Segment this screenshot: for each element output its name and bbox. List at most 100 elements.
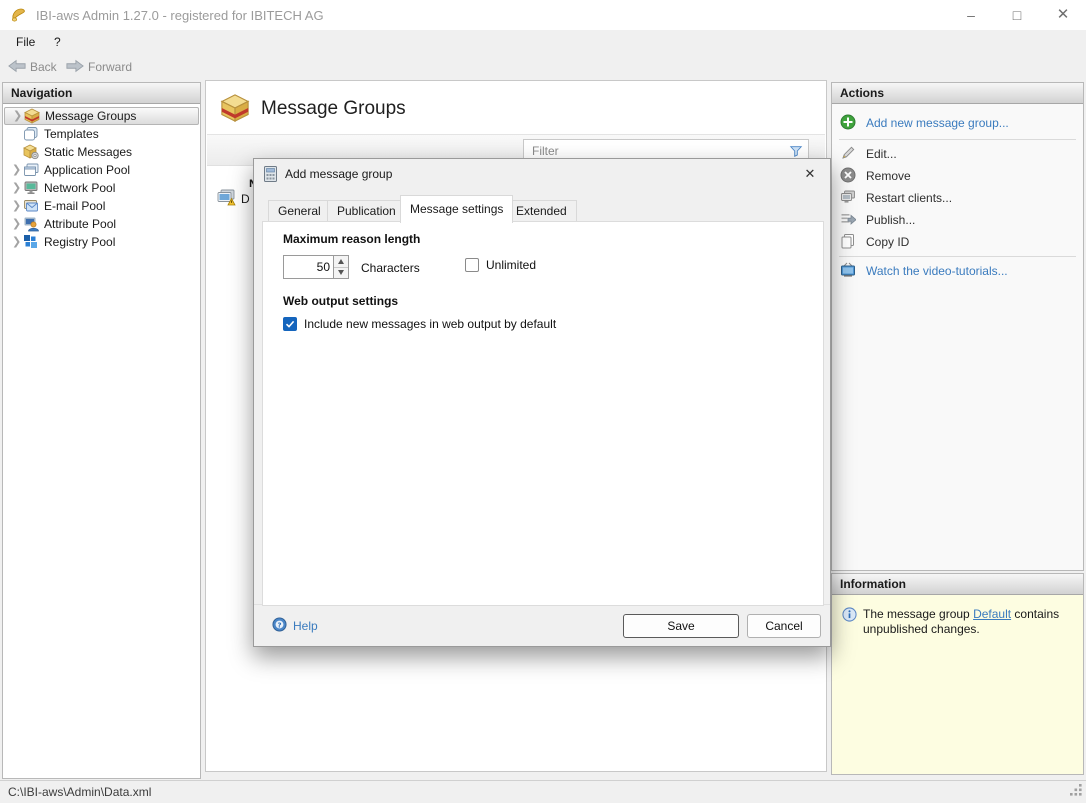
chevron-right-icon[interactable]: ❯	[4, 215, 22, 233]
list-item-label-fragment: D	[241, 192, 250, 206]
back-button[interactable]: Back	[8, 57, 57, 77]
add-icon	[840, 114, 856, 133]
navigation-header: Navigation	[3, 83, 200, 104]
menu-file[interactable]: File	[10, 34, 41, 52]
dialog-title: Add message group	[285, 167, 392, 181]
back-arrow-icon	[8, 59, 26, 76]
chevron-right-icon[interactable]: ❯	[4, 179, 22, 197]
client-warning-icon	[216, 189, 236, 209]
tab-extended[interactable]: Extended	[506, 200, 577, 222]
dialog-close-icon[interactable]: ✕	[790, 159, 830, 189]
data-file-path: C:\IBI-aws\Admin\Data.xml	[8, 785, 151, 799]
help-icon: ?	[272, 617, 287, 635]
dialog-form-icon	[264, 166, 277, 185]
chevron-right-icon[interactable]: ❯	[4, 197, 22, 215]
sidebar-item-label: Attribute Pool	[40, 217, 116, 231]
svg-text:?: ?	[277, 620, 281, 629]
add-message-group-action[interactable]: Add new message group...	[832, 113, 1083, 133]
add-message-group-dialog: Add message group ✕ General Publication …	[253, 158, 831, 647]
filter-input[interactable]	[524, 144, 784, 158]
dialog-content: Maximum reason length Characters Unlimit…	[262, 221, 824, 606]
separator	[839, 256, 1076, 257]
remove-action[interactable]: Remove	[832, 166, 1083, 186]
web-output-checkbox[interactable]	[283, 317, 297, 331]
web-output-checkbox-row[interactable]: Include new messages in web output by de…	[283, 317, 556, 331]
dialog-tab-strip: General Publication Message settings Ext…	[254, 189, 830, 222]
cancel-button[interactable]: Cancel	[747, 614, 821, 638]
spinner-down-icon[interactable]	[334, 268, 348, 279]
message-groups-header-icon	[220, 93, 250, 126]
menu-help[interactable]: ?	[48, 34, 67, 52]
info-icon	[842, 607, 857, 637]
copy-id-action[interactable]: Copy ID	[832, 232, 1083, 252]
sidebar-item-email-pool[interactable]: ❯ E-mail Pool	[4, 197, 199, 215]
tab-general[interactable]: General	[268, 200, 331, 222]
unlimited-label: Unlimited	[486, 258, 536, 272]
characters-label: Characters	[361, 261, 420, 275]
app-logo-icon	[10, 6, 28, 27]
menu-bar: File ?	[0, 30, 1086, 54]
sidebar-item-label: Registry Pool	[40, 235, 115, 249]
sidebar-item-message-groups[interactable]: ❯ Message Groups	[4, 107, 199, 125]
actions-panel: Actions Add new message group... Edit...	[831, 82, 1084, 571]
sidebar-item-label: Templates	[40, 127, 99, 141]
chevron-right-icon[interactable]: ❯	[4, 161, 22, 179]
max-reason-length-heading: Maximum reason length	[283, 232, 420, 246]
remove-icon	[840, 167, 856, 186]
chevron-right-icon[interactable]: ❯	[4, 233, 22, 251]
templates-icon	[22, 126, 40, 142]
restart-clients-icon	[840, 189, 856, 208]
forward-button[interactable]: Forward	[66, 57, 132, 77]
info-text-before: The message group	[863, 607, 973, 621]
web-output-label: Include new messages in web output by de…	[304, 317, 556, 331]
navigation-panel: Navigation ❯ Message Groups	[2, 82, 201, 779]
resize-grip[interactable]	[1069, 783, 1083, 800]
help-link[interactable]: ? Help	[272, 617, 318, 635]
close-button[interactable]: ✕	[1040, 0, 1086, 30]
minimize-button[interactable]: –	[948, 0, 994, 30]
sidebar-item-templates[interactable]: Templates	[4, 125, 199, 143]
sidebar-item-attribute-pool[interactable]: ❯ Attribute Pool	[4, 215, 199, 233]
info-message: The message group Default contains unpub…	[863, 607, 1075, 637]
dialog-footer: ? Help Save Cancel	[254, 604, 830, 646]
maximize-button[interactable]: □	[994, 0, 1040, 30]
attribute-pool-icon	[22, 216, 40, 232]
sidebar-item-network-pool[interactable]: ❯ Network Pool	[4, 179, 199, 197]
sidebar-item-label: E-mail Pool	[40, 199, 105, 213]
sidebar-item-registry-pool[interactable]: ❯ Registry Pool	[4, 233, 199, 251]
information-body: The message group Default contains unpub…	[832, 595, 1083, 774]
default-group-link[interactable]: Default	[973, 607, 1011, 621]
max-length-input[interactable]	[283, 255, 333, 279]
action-label: Restart clients...	[866, 191, 952, 205]
information-header: Information	[832, 574, 1083, 595]
forward-label: Forward	[88, 60, 132, 74]
window-title: IBI-aws Admin 1.27.0 - registered for IB…	[36, 8, 324, 23]
save-button[interactable]: Save	[623, 614, 739, 638]
action-label: Edit...	[866, 147, 897, 161]
sidebar-item-label: Message Groups	[41, 109, 136, 123]
restart-clients-action[interactable]: Restart clients...	[832, 188, 1083, 208]
filter-funnel-icon[interactable]	[784, 144, 808, 158]
back-label: Back	[30, 60, 57, 74]
spinner-up-icon[interactable]	[334, 256, 348, 268]
network-pool-icon	[22, 180, 40, 196]
video-tutorials-action[interactable]: Watch the video-tutorials...	[832, 261, 1083, 281]
sidebar-item-static-messages[interactable]: Static Messages	[4, 143, 199, 161]
information-panel: Information The message group Default co…	[831, 573, 1084, 775]
tab-publication[interactable]: Publication	[327, 200, 406, 222]
page-title: Message Groups	[261, 98, 406, 120]
nav-toolbar: Back Forward	[0, 54, 1086, 80]
unlimited-checkbox-row[interactable]: Unlimited	[465, 258, 536, 272]
publish-action[interactable]: Publish...	[832, 210, 1083, 230]
list-item-partial[interactable]: D	[216, 189, 250, 209]
sidebar-item-application-pool[interactable]: ❯ Application Pool	[4, 161, 199, 179]
sidebar-item-label: Static Messages	[40, 145, 132, 159]
action-label: Add new message group...	[866, 116, 1009, 130]
tab-message-settings[interactable]: Message settings	[400, 195, 513, 223]
unlimited-checkbox[interactable]	[465, 258, 479, 272]
message-groups-icon	[23, 108, 41, 124]
sidebar-item-label: Network Pool	[40, 181, 115, 195]
edit-action[interactable]: Edit...	[832, 144, 1083, 164]
chevron-right-icon[interactable]: ❯	[5, 107, 23, 125]
tv-icon	[840, 262, 856, 281]
